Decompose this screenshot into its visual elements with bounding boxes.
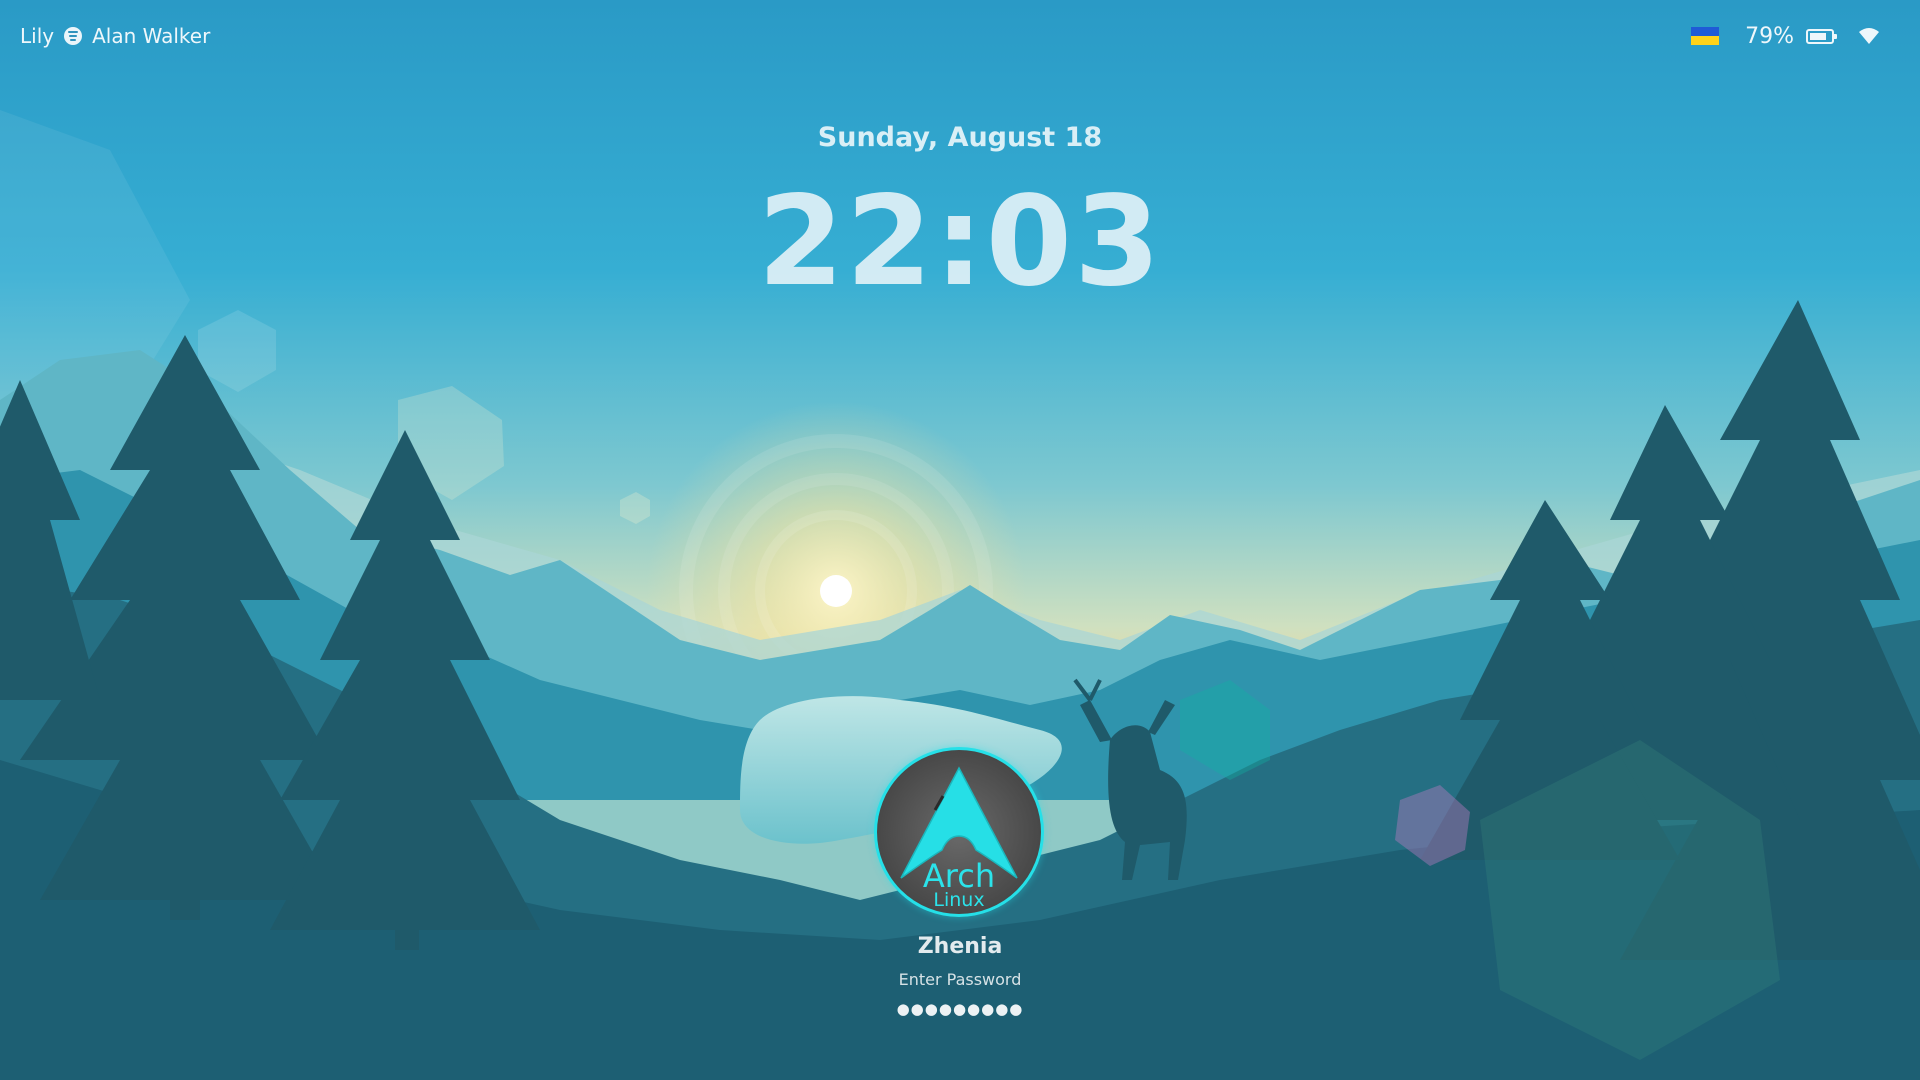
wallpaper-landscape [0, 0, 1920, 1080]
artist-name: Alan Walker [92, 24, 211, 48]
wifi-icon [1859, 28, 1879, 44]
user-avatar: Arch Linux [874, 747, 1044, 917]
system-status: 79% [1691, 22, 1880, 50]
now-playing: Lily Alan Walker [20, 22, 210, 50]
song-title: Lily [20, 24, 55, 48]
music-app-icon [64, 27, 83, 45]
battery-percentage: 79% [1745, 23, 1794, 49]
avatar-logo-sub: Linux [933, 889, 985, 911]
time-label: 22:03 [757, 170, 1163, 314]
keyboard-layout-flag-icon[interactable] [1691, 27, 1720, 45]
password-prompt: Enter Password [898, 970, 1022, 989]
avatar-logo-word: Arch [922, 857, 996, 895]
username-label: Zhenia [917, 934, 1003, 959]
battery-icon [1806, 28, 1837, 44]
date-label: Sunday, August 18 [817, 122, 1103, 153]
password-input[interactable]: ●●●●●●●●● [0, 1000, 1920, 1018]
